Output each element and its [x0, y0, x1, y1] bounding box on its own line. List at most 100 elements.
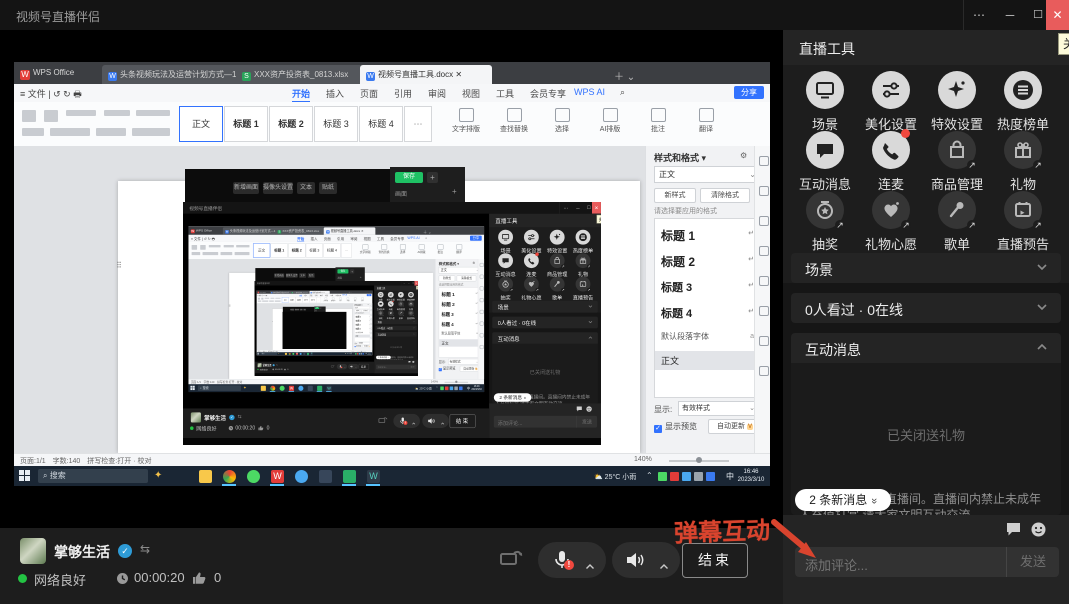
- end-live-button[interactable]: 结束: [359, 364, 369, 369]
- wps-menu-view[interactable]: 视图: [462, 87, 480, 100]
- wps-taskbar-icon[interactable]: W: [271, 470, 284, 483]
- tool-effects[interactable]: 特效设置: [924, 71, 990, 133]
- chevron-up-icon[interactable]: [344, 366, 345, 367]
- new-messages-badge[interactable]: 2 条新消息 »: [376, 356, 391, 359]
- end-live-button[interactable]: 结束: [682, 543, 748, 578]
- ribbon-tool-ai[interactable]: AI排版: [344, 297, 351, 301]
- qq-icon[interactable]: [300, 353, 302, 355]
- style-list-h1[interactable]: 标题 1↵: [441, 291, 478, 298]
- wps-zoom-knob[interactable]: [696, 457, 702, 463]
- style-list-h3[interactable]: 标题 3↵: [356, 324, 371, 326]
- wps-menu-insert[interactable]: 插入: [310, 236, 317, 241]
- wps-search-icon[interactable]: ⌕: [425, 236, 427, 240]
- section-interactive-messages[interactable]: 互动消息: [492, 332, 598, 344]
- style-normal[interactable]: 正文: [282, 297, 289, 303]
- tool-messages[interactable]: 互动消息: [493, 253, 519, 277]
- app-icon[interactable]: [303, 353, 305, 355]
- tool-scene[interactable]: 场景: [493, 230, 519, 254]
- close-button[interactable]: ✕: [1046, 0, 1069, 30]
- speaker-button[interactable]: [612, 542, 680, 578]
- weather-status[interactable]: ⛅ 25°C 小雨: [345, 353, 351, 355]
- explorer-icon[interactable]: [285, 353, 287, 355]
- wps-home-tab[interactable]: WWPS Office: [191, 228, 212, 233]
- screen-capture-preview[interactable]: WWPS Office W头条视频玩法及运营计划方式—1 SXXX资产投资表_0…: [257, 290, 373, 355]
- show-preview-checkbox[interactable]: ✓显示预览: [355, 345, 362, 347]
- explorer-icon[interactable]: [199, 470, 212, 483]
- gear-icon[interactable]: ⚙: [472, 261, 475, 265]
- tool-ranking[interactable]: 热度榜单: [406, 292, 416, 301]
- more-menu-button[interactable]: ⋯: [963, 0, 994, 30]
- tray-icon[interactable]: [459, 387, 463, 391]
- tool-playlist[interactable]: ↗ 歌单: [924, 191, 990, 253]
- style-heading4[interactable]: 标题 4: [309, 297, 316, 303]
- switch-account-icon[interactable]: ⇆: [276, 364, 278, 366]
- tool-gift[interactable]: ↗ 礼物: [990, 131, 1056, 193]
- start-button[interactable]: [19, 470, 31, 482]
- ribbon-tool-ai[interactable]: AI排版: [588, 108, 632, 134]
- tool-ranking[interactable]: 热度榜单: [570, 230, 596, 254]
- style-more[interactable]: ⋯: [341, 243, 352, 257]
- tool-beauty[interactable]: 美化设置: [386, 292, 396, 301]
- tool-lottery[interactable]: ↗ 抽奖: [376, 310, 386, 319]
- doc-tab-1[interactable]: W头条视频玩法及运营计划方式—1: [223, 227, 278, 234]
- chevron-up-icon[interactable]: [660, 556, 668, 561]
- new-tab-button[interactable]: ＋ ⌄: [423, 229, 431, 235]
- ribbon-tool-typeset[interactable]: 文字排版: [357, 244, 374, 254]
- style-list-normal-selected[interactable]: 正文↵: [439, 339, 482, 346]
- wps-taskbar-icon[interactable]: W: [289, 386, 294, 391]
- tool-call[interactable]: 连麦: [518, 253, 544, 277]
- new-messages-badge[interactable]: 2 条新消息 »: [494, 393, 532, 402]
- explorer-icon[interactable]: [261, 386, 266, 391]
- wps-menu-view[interactable]: 视图: [364, 236, 371, 241]
- active-app-icon[interactable]: W: [367, 470, 380, 483]
- tool-playlist[interactable]: ↗ 歌单: [396, 310, 406, 319]
- doc-tab-1[interactable]: W头条视频玩法及运营计划方式—1: [102, 65, 242, 84]
- tool-lottery[interactable]: ↗ 抽奖: [792, 191, 858, 253]
- chevron-up-icon[interactable]: [586, 556, 594, 561]
- style-list-default-font[interactable]: 默认段落字体a: [356, 332, 371, 334]
- chevron-up-icon[interactable]: [412, 419, 415, 421]
- wps-menu-reference[interactable]: 引用: [337, 236, 344, 241]
- wps-share-button[interactable]: 分享: [470, 236, 482, 241]
- doc-tab-3-active[interactable]: W视频号直播工具.docx ✕: [324, 227, 376, 234]
- style-list-h3[interactable]: 标题 3↵: [441, 311, 478, 317]
- screen-switch-icon[interactable]: [378, 416, 388, 427]
- microphone-button[interactable]: !: [538, 542, 606, 578]
- tool-messages[interactable]: 互动消息: [376, 301, 386, 310]
- wps-menu-review[interactable]: 审阅: [350, 236, 357, 241]
- screen-capture-preview[interactable]: WWPS Office W头条视频玩法及运营计划方式—1 SXXX资产投资表_0…: [14, 62, 770, 486]
- tray-icon[interactable]: [445, 387, 449, 391]
- emoji-icon[interactable]: [1030, 521, 1047, 538]
- ribbon-tool-comment[interactable]: 批注: [636, 108, 680, 134]
- send-button[interactable]: 发送: [1006, 547, 1059, 577]
- wps-menu-page[interactable]: 页面: [360, 87, 378, 100]
- tool-goods[interactable]: ↗ 商品管理: [396, 301, 406, 310]
- app-icon[interactable]: [319, 470, 332, 483]
- tray-icon[interactable]: [454, 387, 458, 391]
- ribbon-tool-typeset[interactable]: 文字排版: [444, 108, 488, 134]
- avatar[interactable]: [191, 412, 201, 422]
- avatar[interactable]: [258, 363, 262, 367]
- wps-menu-tools[interactable]: 工具: [496, 87, 514, 100]
- section-scene[interactable]: 场景: [375, 320, 416, 325]
- app-icon[interactable]: [308, 386, 313, 391]
- show-dropdown[interactable]: 有效样式⌄: [678, 401, 759, 416]
- start-button[interactable]: [257, 353, 259, 355]
- start-button[interactable]: [190, 386, 195, 391]
- style-heading3[interactable]: 标题 3: [306, 243, 323, 257]
- section-interactive-messages[interactable]: 互动消息: [791, 333, 1061, 363]
- style-list-h4[interactable]: 标题 4↵: [661, 305, 756, 321]
- styles-panel-dropdown[interactable]: 正文⌄: [355, 306, 371, 309]
- ribbon-tool-select[interactable]: 选择: [394, 244, 411, 254]
- clear-format-button[interactable]: 清除格式: [700, 188, 750, 203]
- doc-tab-3-active[interactable]: W视频号直播工具.docx ✕: [360, 65, 492, 84]
- screen-capture-preview[interactable]: WWPS Office W头条视频玩法及运营计划方式—1 SXXX资产投资表_0…: [188, 226, 484, 392]
- wps-menu-member[interactable]: 会员专享: [390, 236, 404, 241]
- tool-scene[interactable]: 场景: [376, 292, 386, 301]
- style-heading3[interactable]: 标题 3: [314, 106, 358, 142]
- tray-icon[interactable]: [670, 472, 679, 481]
- screen-switch-icon[interactable]: [498, 548, 524, 575]
- tool-effects[interactable]: 特效设置: [544, 230, 570, 254]
- taskbar-search[interactable]: ⌕ 搜索: [260, 353, 277, 355]
- close-button[interactable]: ✕: [592, 202, 601, 214]
